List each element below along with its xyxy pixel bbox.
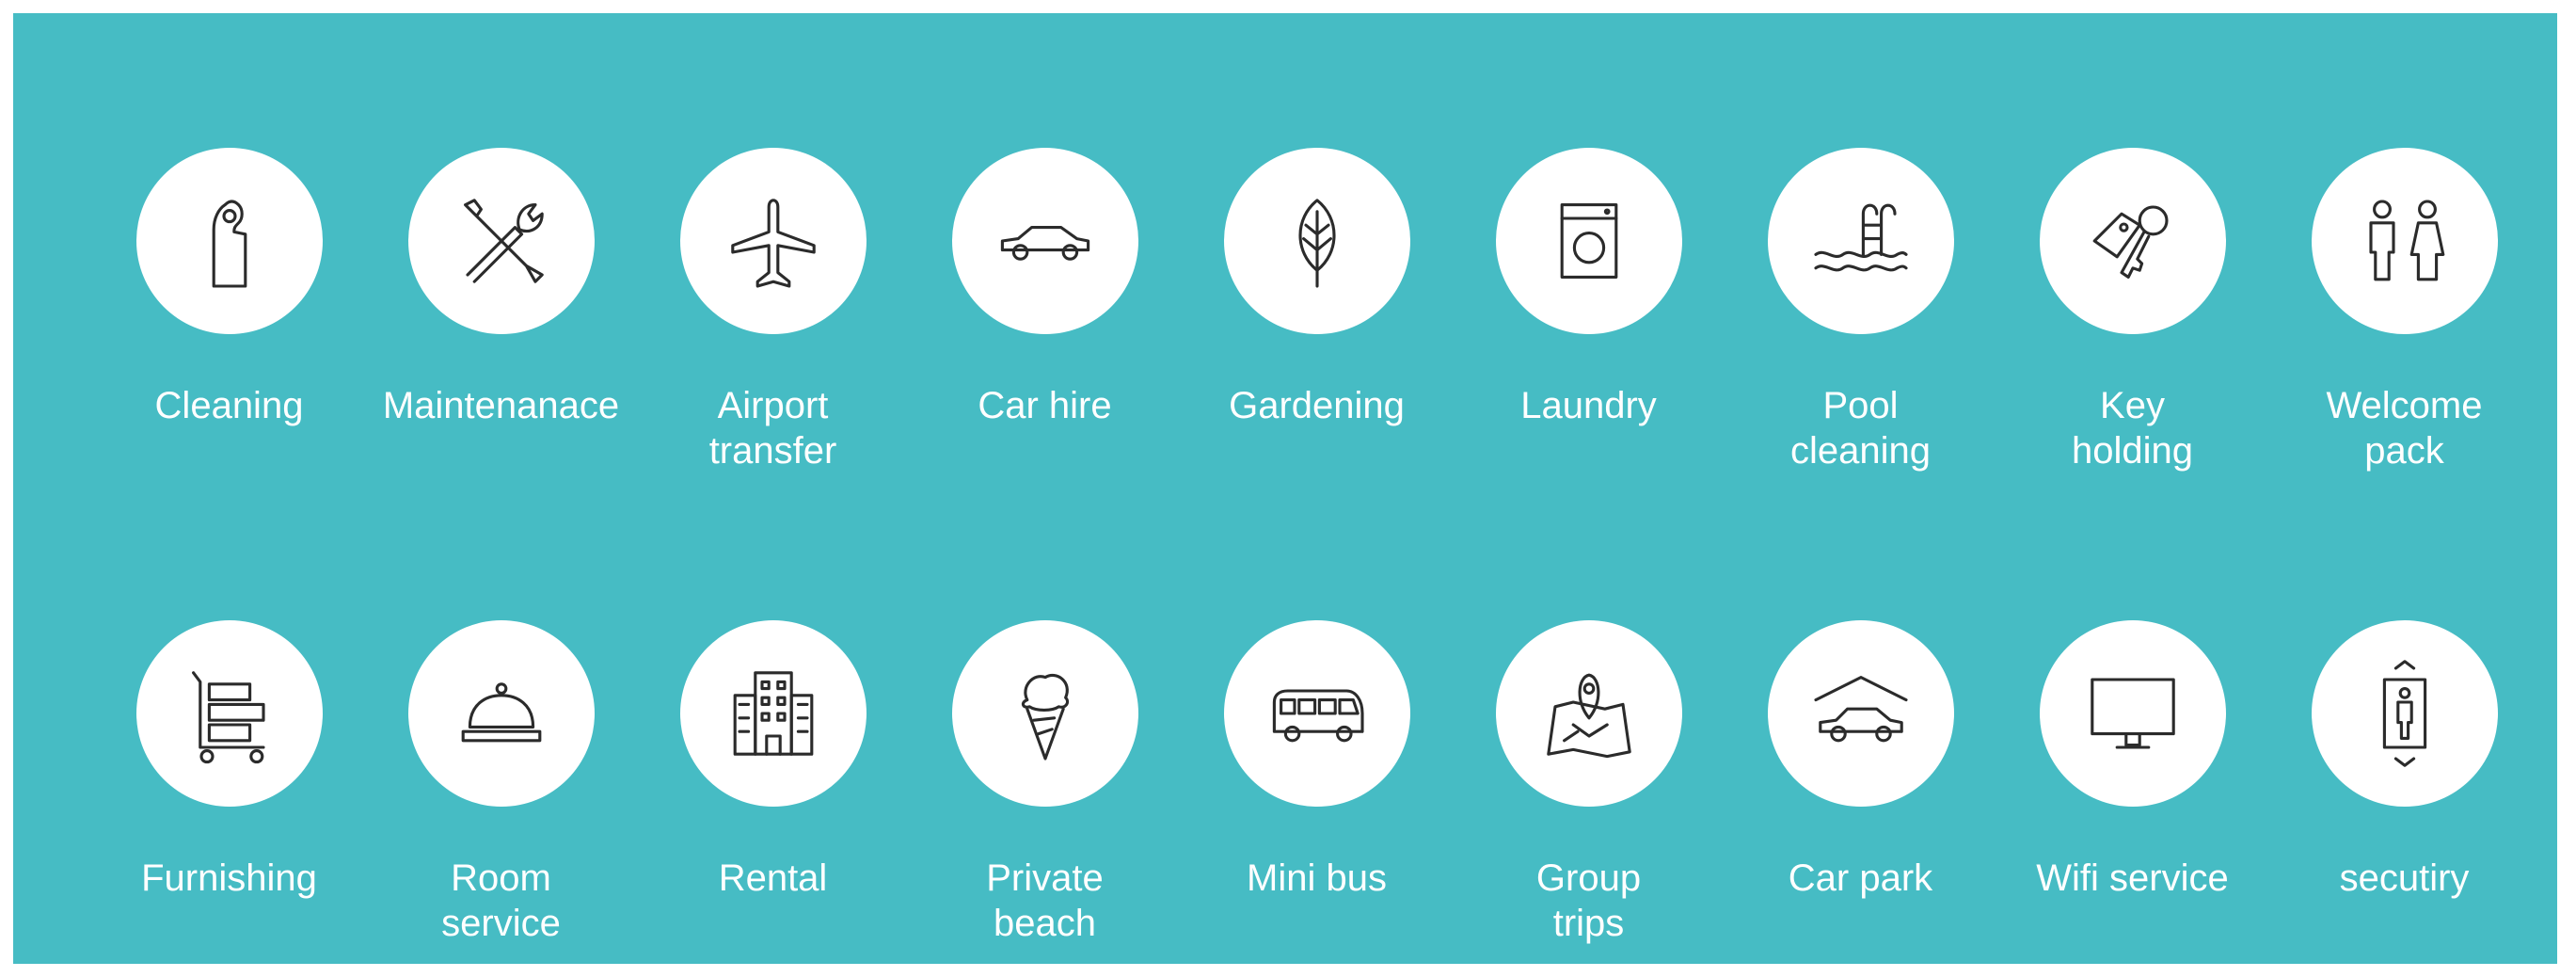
people-icon xyxy=(2368,200,2444,281)
service-icon-circle xyxy=(951,148,1138,334)
service-label: Car park xyxy=(1788,857,1933,899)
service-label: Private beach xyxy=(986,857,1104,944)
monitor-icon xyxy=(2090,678,2175,749)
service-room-service: Room service xyxy=(365,620,637,946)
service-security: secutiry xyxy=(2268,620,2540,901)
service-furnishing: Furnishing xyxy=(93,620,365,901)
service-icon-circle xyxy=(135,620,323,807)
service-cleaning: Cleaning xyxy=(93,148,365,428)
service-icon-circle xyxy=(679,148,867,334)
service-icon-circle xyxy=(2039,620,2226,807)
service-icon-circle xyxy=(1767,620,1954,807)
service-icon-circle xyxy=(1495,620,1682,807)
key-tag-icon xyxy=(2092,205,2169,279)
furniture-cart-icon xyxy=(191,671,265,764)
service-icon-circle xyxy=(1495,148,1682,334)
minibus-icon xyxy=(1272,689,1364,743)
service-icon-circle xyxy=(679,620,867,807)
airplane-icon xyxy=(730,199,816,288)
service-label: Furnishing xyxy=(141,857,317,899)
service-label: Wifi service xyxy=(2036,857,2229,899)
service-label: Key holding xyxy=(2071,385,2193,472)
ice-cream-icon xyxy=(1021,674,1069,761)
door-hanger-icon xyxy=(212,200,246,288)
service-label: Welcome pack xyxy=(2326,385,2483,472)
service-icon-circle xyxy=(1223,620,1410,807)
pool-ladder-icon xyxy=(1813,203,1908,272)
service-label: Mini bus xyxy=(1247,857,1387,899)
service-label: Maintenanace xyxy=(382,385,620,426)
elevator-icon xyxy=(2382,660,2426,767)
car-icon xyxy=(1000,226,1089,261)
service-car-hire: Car hire xyxy=(909,148,1181,428)
service-label: Gardening xyxy=(1229,385,1405,426)
wrench-screwdriver-icon xyxy=(463,199,544,283)
service-maintenance: Maintenanace xyxy=(365,148,637,428)
service-icon-circle xyxy=(2311,148,2498,334)
service-label: secutiry xyxy=(2339,857,2470,899)
service-label: Car hire xyxy=(978,385,1112,426)
service-label: Airport transfer xyxy=(708,385,837,472)
service-label: Rental xyxy=(718,857,828,899)
top-strip xyxy=(0,0,2576,13)
service-icon-circle xyxy=(407,148,595,334)
service-airport-transfer: Airport transfer xyxy=(637,148,909,473)
washing-machine-icon xyxy=(1560,203,1617,279)
service-icon-circle xyxy=(1223,148,1410,334)
building-icon xyxy=(733,671,813,756)
service-pool-cleaning: Pool cleaning xyxy=(1725,148,1996,473)
service-private-beach: Private beach xyxy=(909,620,1181,946)
services-grid: Cleaning Maintenanace Airport transfer C… xyxy=(13,13,2557,964)
carport-icon xyxy=(1813,676,1908,743)
service-laundry: Laundry xyxy=(1453,148,1725,428)
service-gardening: Gardening xyxy=(1181,148,1453,428)
service-group-trips: Group trips xyxy=(1453,620,1725,946)
service-icon-circle xyxy=(951,620,1138,807)
service-icon-circle xyxy=(135,148,323,334)
service-label: Pool cleaning xyxy=(1789,385,1931,472)
service-welcome-pack: Welcome pack xyxy=(2268,148,2540,473)
service-label: Cleaning xyxy=(154,385,304,426)
service-icon-circle xyxy=(2039,148,2226,334)
service-icon-circle xyxy=(1767,148,1954,334)
service-label: Laundry xyxy=(1520,385,1657,426)
map-pin-icon xyxy=(1546,673,1631,759)
service-wifi: Wifi service xyxy=(1996,620,2268,901)
service-label: Room service xyxy=(441,857,561,944)
service-label: Group trips xyxy=(1535,857,1642,944)
services-panel: Cleaning Maintenanace Airport transfer C… xyxy=(13,13,2557,964)
service-mini-bus: Mini bus xyxy=(1181,620,1453,901)
service-icon-circle xyxy=(407,620,595,807)
service-key-holding: Key holding xyxy=(1996,148,2268,473)
service-rental: Rental xyxy=(637,620,909,901)
leaf-icon xyxy=(1297,199,1336,288)
service-car-park: Car park xyxy=(1725,620,1996,901)
service-icon-circle xyxy=(2311,620,2498,807)
service-bell-icon xyxy=(461,682,541,743)
